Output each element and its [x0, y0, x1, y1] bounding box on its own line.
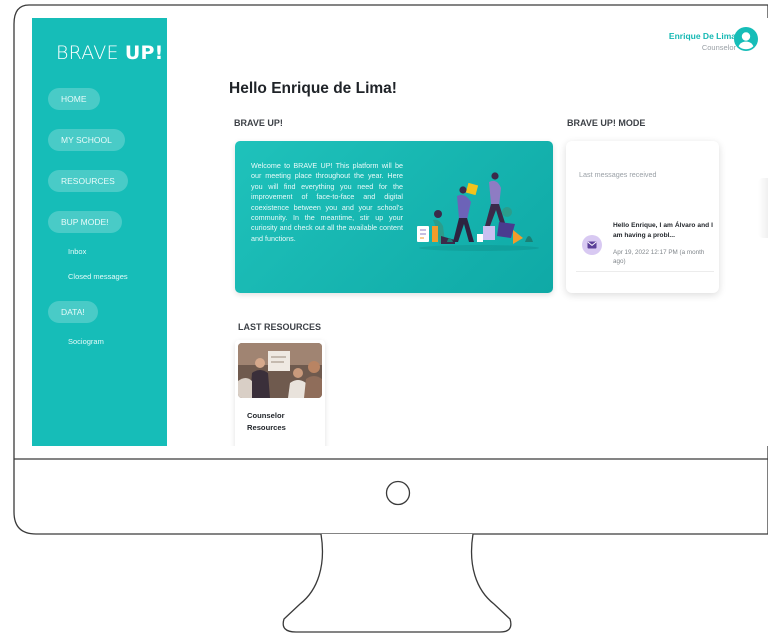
sidebar-subitem-closed-messages[interactable]: Closed messages: [68, 272, 128, 281]
sidebar-item-my-school[interactable]: MY SCHOOL: [48, 129, 125, 151]
message-date: Apr 19, 2022 12:17 PM (a month ago): [613, 249, 705, 265]
community-illustration: [417, 172, 539, 251]
resource-thumbnail: [238, 343, 322, 398]
resource-label: Counselor Resources: [247, 411, 286, 432]
message-preview: Hello Enrique, I am Álvaro and I am havi…: [613, 222, 713, 239]
sidebar-subitem-sociogram[interactable]: Sociogram: [68, 337, 104, 346]
message-avatar: [582, 235, 602, 255]
brand-logo[interactable]: BRAVE UP!: [56, 42, 164, 64]
section-title-brave-up-mode: BRAVE UP! MODE: [567, 118, 646, 128]
section-title-brave-up: BRAVE UP!: [234, 118, 283, 128]
section-title-last-resources: LAST RESOURCES: [238, 322, 322, 332]
sidebar-item-data[interactable]: DATA!: [48, 301, 98, 323]
messages-title: Last messages received: [579, 170, 657, 179]
page-title: Hello Enrique de Lima!: [229, 80, 397, 97]
user-role: Counselor: [701, 43, 736, 52]
welcome-text: Welcome to BRAVE UP! This platform will …: [251, 161, 403, 243]
sidebar-subitem-inbox[interactable]: Inbox: [68, 247, 86, 256]
message-item[interactable]: Hello Enrique, I am Álvaro and I am havi…: [576, 221, 714, 272]
scroll-edge-shadow: [758, 178, 768, 238]
envelope-icon: [587, 241, 597, 249]
sidebar-item-bup-mode[interactable]: BUP MODE!: [48, 211, 122, 233]
resource-card[interactable]: Counselor Resources: [235, 340, 325, 446]
user-circle-icon[interactable]: [734, 27, 758, 51]
user-name[interactable]: Enrique De Lima: [669, 31, 736, 41]
welcome-card: Welcome to BRAVE UP! This platform will …: [235, 141, 553, 293]
messages-card: Last messages received Hello Enrique, I …: [566, 141, 719, 293]
screen: BRAVE UP! HOME MY SCHOOL RESOURCES BUP M…: [32, 18, 768, 446]
sidebar-item-home[interactable]: HOME: [48, 88, 100, 110]
sidebar: BRAVE UP! HOME MY SCHOOL RESOURCES BUP M…: [32, 18, 167, 446]
sidebar-item-resources[interactable]: RESOURCES: [48, 170, 128, 192]
